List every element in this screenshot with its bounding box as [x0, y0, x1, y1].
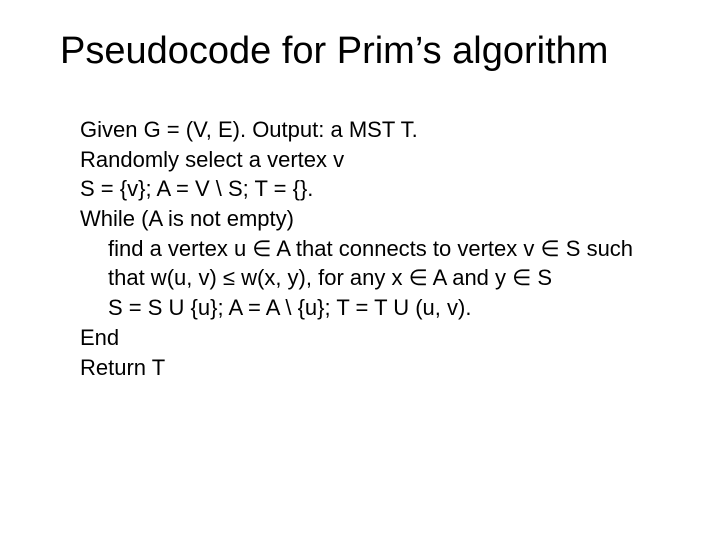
code-line: End: [80, 323, 660, 353]
code-line: S = S U {u}; A = A \ {u}; T = T U (u, v)…: [80, 293, 660, 323]
code-line: Given G = (V, E). Output: a MST T.: [80, 115, 660, 145]
code-line: that w(u, v) ≤ w(x, y), for any x ∈ A an…: [80, 263, 660, 293]
code-line: Randomly select a vertex v: [80, 145, 660, 175]
code-line: While (A is not empty): [80, 204, 660, 234]
code-line: find a vertex u ∈ A that connects to ver…: [80, 234, 660, 264]
code-line: S = {v}; A = V \ S; T = {}.: [80, 174, 660, 204]
pseudocode-block: Given G = (V, E). Output: a MST T. Rando…: [80, 115, 660, 382]
slide: Pseudocode for Prim’s algorithm Given G …: [0, 0, 720, 540]
slide-title: Pseudocode for Prim’s algorithm: [60, 30, 608, 73]
code-line: Return T: [80, 353, 660, 383]
